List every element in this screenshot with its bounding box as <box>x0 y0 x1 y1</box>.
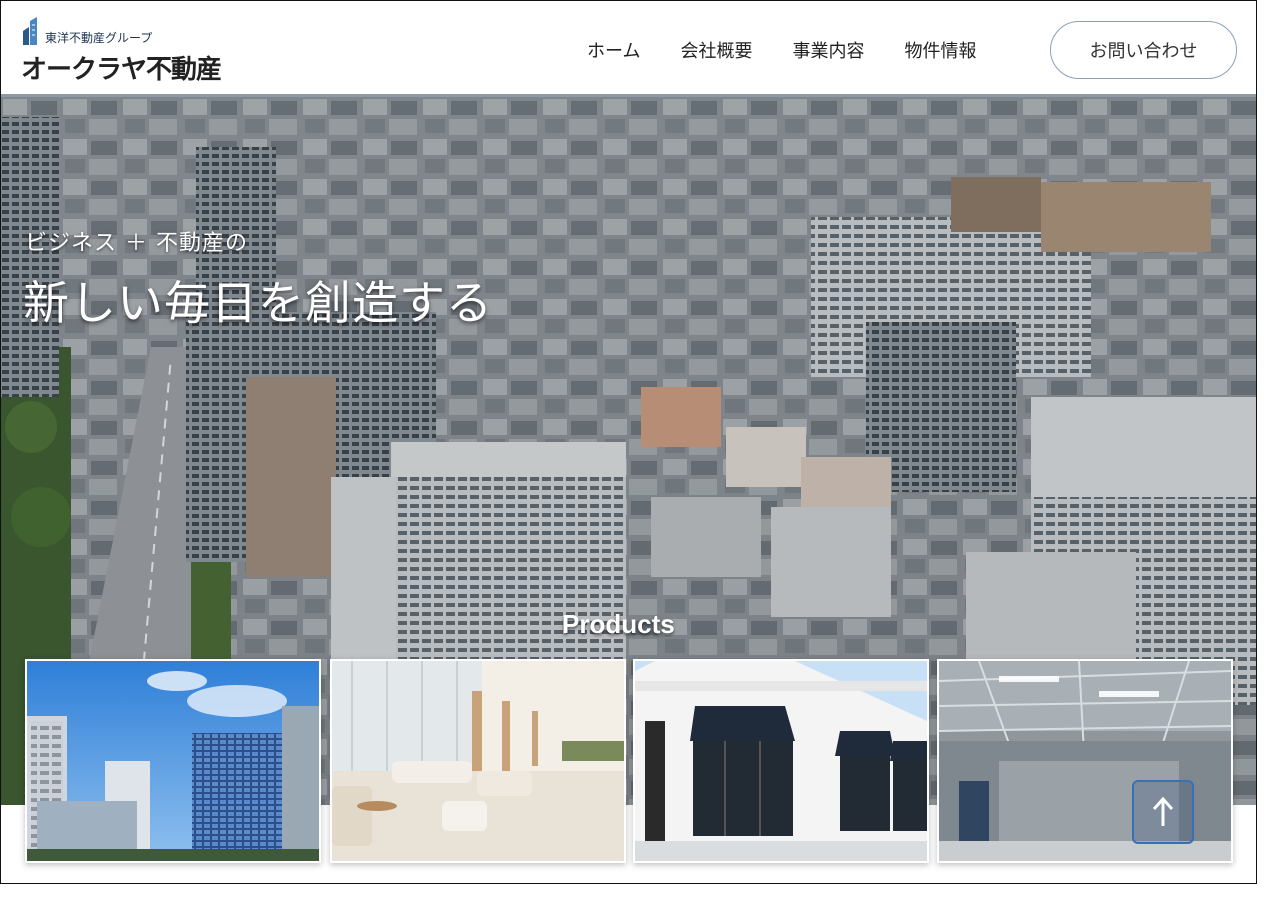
product-card-storefront[interactable] <box>633 659 929 863</box>
logo-company-name: オークラヤ不動産 <box>21 55 222 85</box>
hero-subtitle: ビジネス ＋ 不動産の <box>25 231 248 256</box>
storefront-image <box>635 661 927 861</box>
nav-item-company[interactable]: 会社概要 <box>680 37 752 63</box>
office-buildings-image <box>27 661 319 861</box>
main-nav: ホーム 会社概要 事業内容 物件情報 <box>587 37 976 63</box>
lounge-interior-image <box>332 661 624 861</box>
page-frame: 東洋不動産グループ オークラヤ不動産 ホーム 会社概要 事業内容 物件情報 お問… <box>0 0 1257 884</box>
site-logo[interactable]: 東洋不動産グループ オークラヤ不動産 <box>21 17 261 87</box>
product-card-lounge[interactable] <box>330 659 626 863</box>
scroll-top-button[interactable] <box>1132 780 1194 844</box>
logo-group-name: 東洋不動産グループ <box>45 31 153 45</box>
nav-item-business[interactable]: 事業内容 <box>792 37 864 63</box>
nav-item-home[interactable]: ホーム <box>587 37 640 63</box>
hero-title: 新しい毎日を創造する <box>23 276 493 330</box>
product-card-office[interactable] <box>25 659 321 863</box>
site-header: 東洋不動産グループ オークラヤ不動産 ホーム 会社概要 事業内容 物件情報 お問… <box>1 1 1256 97</box>
logo-building-icon <box>23 17 37 45</box>
products-heading: Products <box>562 609 675 639</box>
contact-button[interactable]: お問い合わせ <box>1050 21 1237 79</box>
nav-item-properties[interactable]: 物件情報 <box>904 37 976 63</box>
arrow-up-icon <box>1152 796 1174 826</box>
